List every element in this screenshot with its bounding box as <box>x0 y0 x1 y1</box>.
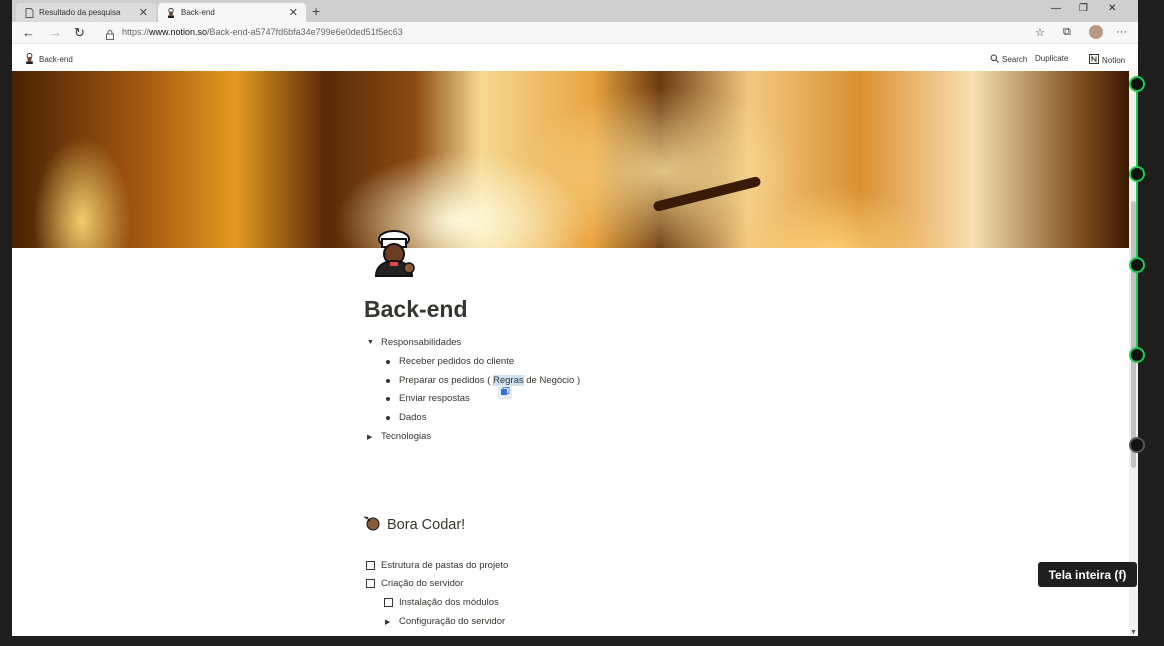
close-tab-icon[interactable]: ✕ <box>139 6 148 19</box>
browser-window: Resultado da pesquisa ✕ Back-end ✕ + — ❐… <box>12 0 1138 636</box>
heading-label: Bora Codar! <box>387 516 466 533</box>
profile-avatar[interactable] <box>1089 25 1103 39</box>
tab-back-end[interactable]: Back-end ✕ <box>158 3 306 22</box>
breadcrumb[interactable]: Back-end <box>24 52 73 66</box>
url-field[interactable]: https://www.notion.so/Back-end-a5747fd6b… <box>122 27 403 37</box>
duplicate-button[interactable]: Duplicate <box>1035 54 1068 63</box>
notion-label: Notion <box>1102 55 1126 65</box>
page-icon <box>24 7 34 18</box>
timeline-marker[interactable] <box>1129 76 1145 92</box>
todo-label: Instalação dos módulos <box>399 597 499 608</box>
checkbox-icon[interactable] <box>366 561 375 570</box>
favorite-star-icon[interactable]: ☆ <box>1035 26 1045 39</box>
tab-search-results[interactable]: Resultado da pesquisa ✕ <box>16 3 156 22</box>
toggle-closed-icon[interactable]: ▶ <box>385 618 399 626</box>
duplicate-label: Duplicate <box>1035 54 1069 63</box>
lock-icon <box>106 27 114 45</box>
toggle-closed-icon[interactable]: ▶ <box>367 433 381 441</box>
player-side-panel <box>1138 0 1164 646</box>
fullscreen-tooltip: Tela inteira (f) <box>1038 562 1137 587</box>
heading-bora-codar[interactable]: Bora Codar! <box>363 514 466 535</box>
notion-logo-icon <box>1089 54 1099 66</box>
url-host: www.notion.so <box>149 27 208 37</box>
toggle-responsabilidades[interactable]: ▼ Responsabilidades <box>367 337 461 348</box>
list-item[interactable]: Enviar respostas <box>386 393 470 404</box>
list-item[interactable]: Dados <box>386 412 426 423</box>
chef-icon <box>166 7 176 18</box>
chef-icon <box>24 52 35 66</box>
page-title[interactable]: Back-end <box>364 296 468 323</box>
search-icon <box>990 54 999 65</box>
toggle-label: Responsabilidades <box>381 337 462 348</box>
cover-pan-shape <box>652 175 762 213</box>
toggle-configuracao[interactable]: ▶ Configuração do servidor <box>385 616 505 627</box>
timeline-marker[interactable] <box>1129 437 1145 453</box>
forward-icon[interactable]: → <box>49 25 62 40</box>
checkbox-icon[interactable] <box>366 579 375 588</box>
todo-label: Estrutura de pastas do projeto <box>381 560 509 571</box>
minimize-icon[interactable]: — <box>1051 3 1061 14</box>
close-window-icon[interactable]: ✕ <box>1108 3 1116 14</box>
toggle-label: Tecnologias <box>381 431 432 442</box>
back-icon[interactable]: ← <box>22 25 35 40</box>
breadcrumb-label: Back-end <box>39 55 73 64</box>
drag-cursor-icon <box>498 385 512 399</box>
todo-item[interactable]: Instalação dos módulos <box>384 597 499 608</box>
page-cover-image[interactable] <box>12 71 1129 248</box>
search-label: Search <box>1002 55 1028 64</box>
url-scheme: https:// <box>122 27 150 37</box>
todo-label: Criação do servidor <box>381 578 464 589</box>
dodo-icon <box>363 514 381 535</box>
close-tab-icon[interactable]: ✕ <box>289 6 298 19</box>
list-item[interactable]: Receber pedidos do cliente <box>386 356 514 367</box>
new-tab-icon[interactable]: + <box>312 3 320 19</box>
search-button[interactable]: Search <box>990 54 1027 65</box>
notion-button[interactable]: Notion <box>1089 54 1125 66</box>
timeline-progress-line <box>1136 84 1138 354</box>
list-item-label-pre: Preparar os pedidos ( <box>399 375 493 386</box>
address-bar: ← → ↻ https://www.notion.so/Back-end-a57… <box>12 22 1138 44</box>
url-path: /Back-end-a5747fd6bfa34e799e6e0ded51f5ec… <box>207 27 403 37</box>
tab-title: Back-end <box>181 8 215 17</box>
bullet-icon <box>386 396 390 401</box>
todo-item[interactable]: Criação do servidor <box>366 578 463 589</box>
toggle-label: Configuração do servidor <box>399 616 506 627</box>
checkbox-icon[interactable] <box>384 598 393 607</box>
chef-icon[interactable] <box>368 225 420 277</box>
tab-strip: Resultado da pesquisa ✕ Back-end ✕ + — ❐… <box>12 0 1138 22</box>
list-item-label: Enviar respostas <box>399 393 470 404</box>
scroll-down-icon[interactable]: ▼ <box>1130 629 1137 636</box>
player-bottom-bar <box>0 636 1164 646</box>
list-item-label: Dados <box>399 412 427 423</box>
restore-icon[interactable]: ❐ <box>1079 3 1088 14</box>
toggle-open-icon[interactable]: ▼ <box>367 339 381 346</box>
more-menu-icon[interactable]: ··· <box>1116 26 1127 38</box>
collections-icon[interactable]: ⧉ <box>1063 26 1071 39</box>
list-item[interactable]: Preparar os pedidos ( Regras de Negócio … <box>386 375 580 386</box>
list-item-label: Receber pedidos do cliente <box>399 356 515 367</box>
timeline-marker[interactable] <box>1129 166 1145 182</box>
timeline-marker[interactable] <box>1129 347 1145 363</box>
notion-topbar: Back-end Search Duplicate Notion <box>12 44 1138 71</box>
bullet-icon <box>386 415 390 420</box>
tab-title: Resultado da pesquisa <box>39 8 121 17</box>
list-item-label-post: de Negócio ) <box>523 375 581 386</box>
timeline-marker[interactable] <box>1129 257 1145 273</box>
bullet-icon <box>386 359 390 364</box>
bullet-icon <box>386 378 390 383</box>
refresh-icon[interactable]: ↻ <box>74 25 85 41</box>
toggle-tecnologias[interactable]: ▶ Tecnologias <box>367 431 431 442</box>
todo-item[interactable]: Estrutura de pastas do projeto <box>366 560 508 571</box>
